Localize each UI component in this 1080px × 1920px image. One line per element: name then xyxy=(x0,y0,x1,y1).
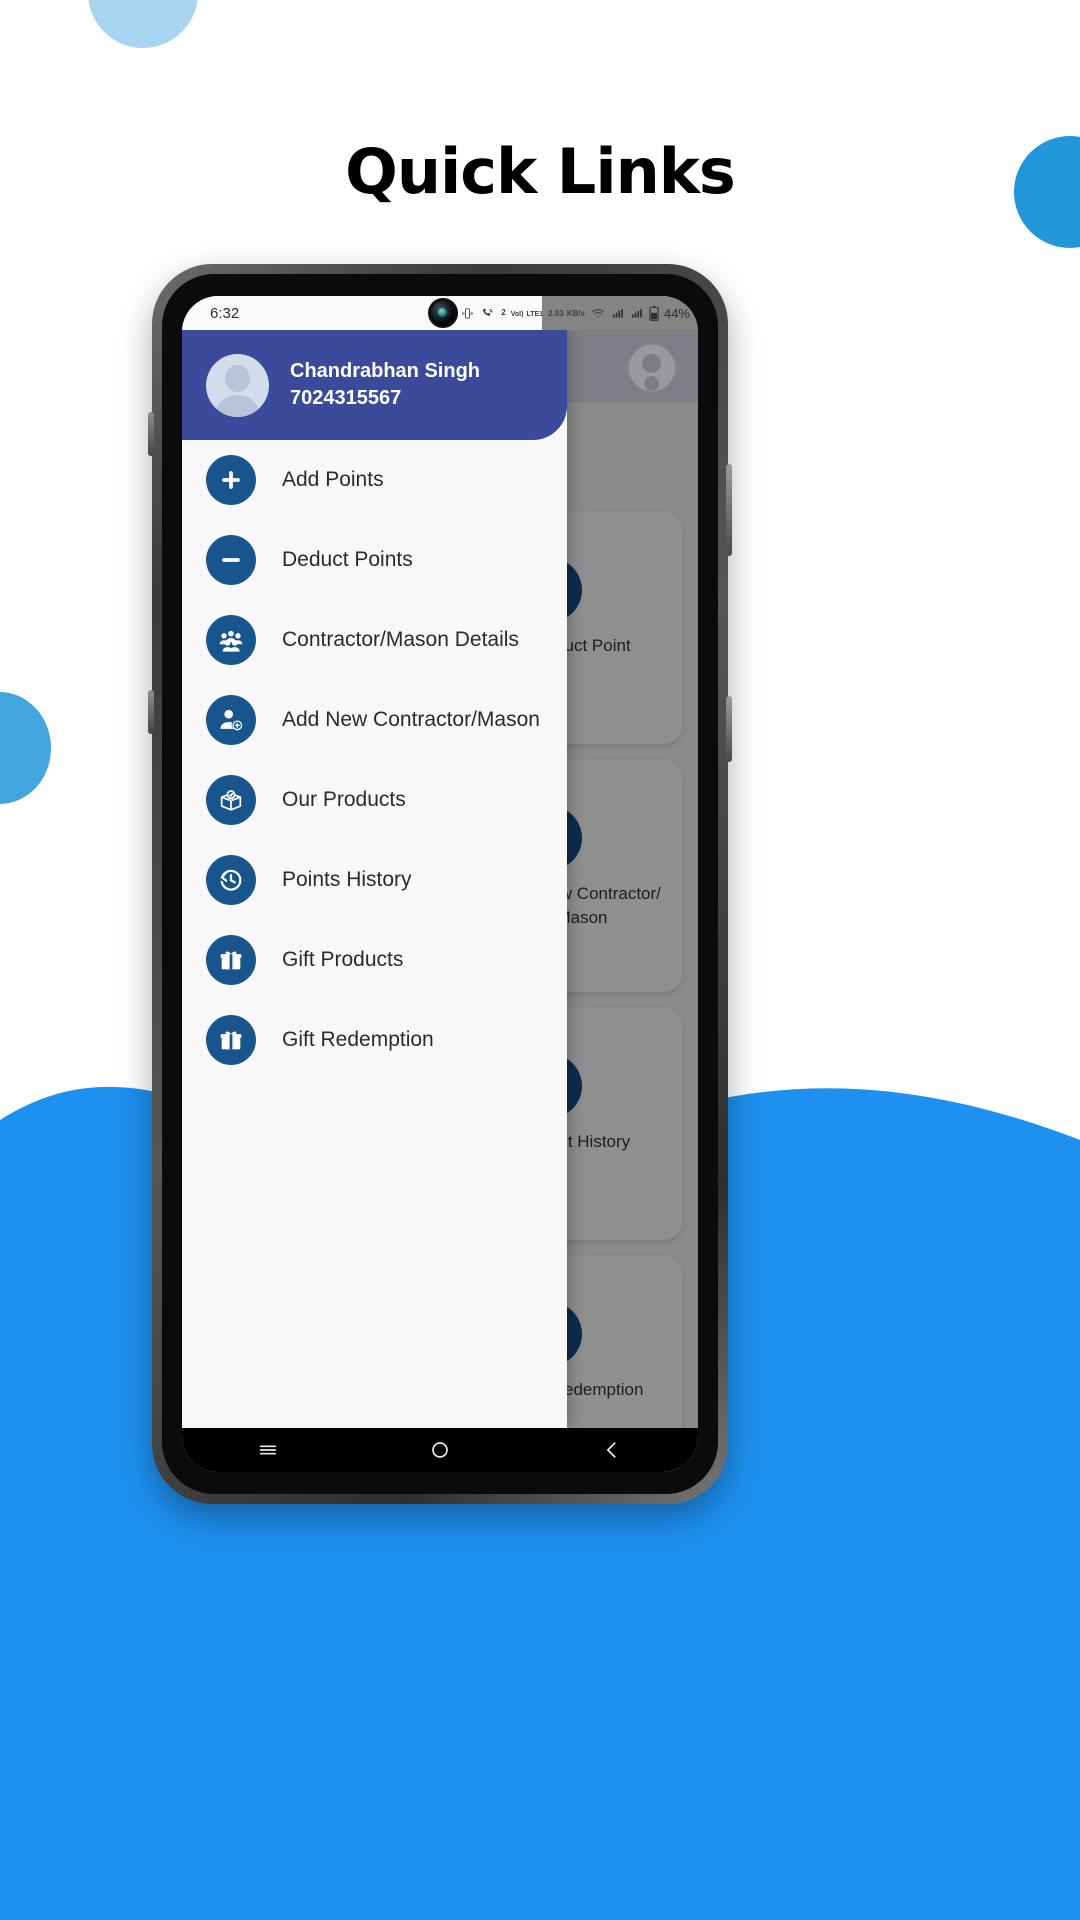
wifi-icon xyxy=(590,307,606,320)
front-camera xyxy=(428,298,458,328)
menu-item-label: Our Products xyxy=(282,788,406,811)
volte-icon: VoI) LTE1 xyxy=(511,308,543,319)
status-icons: 2 VoI) LTE1 2.93 KB/s 44% xyxy=(460,296,690,330)
menu-item-gift-redemption[interactable]: Gift Redemption xyxy=(182,1000,567,1080)
volte-top-label: VoI) xyxy=(510,310,524,318)
drawer-menu: Add Points Deduct Points Contractor/Maso… xyxy=(182,440,567,1080)
person-add-icon xyxy=(206,695,256,745)
battery-icon xyxy=(649,305,659,321)
left-button-lower[interactable] xyxy=(148,690,154,734)
gift-icon xyxy=(206,935,256,985)
data-rate-unit: KB/s xyxy=(566,308,585,318)
history-clock-icon xyxy=(206,855,256,905)
data-speed-icon: 2.93 KB/s xyxy=(548,308,585,319)
phone-bezel: Deduct Point Add New Contractor/ Mason P… xyxy=(162,274,718,1494)
menu-item-label: Points History xyxy=(282,868,412,891)
volte-bottom-label: LTE1 xyxy=(526,310,544,318)
status-time: 6:32 xyxy=(210,304,240,322)
left-button-upper[interactable] xyxy=(148,412,154,456)
menu-item-add-new-contractor-mason[interactable]: Add New Contractor/Mason xyxy=(182,680,567,760)
menu-item-add-points[interactable]: Add Points xyxy=(182,440,567,520)
menu-item-deduct-points[interactable]: Deduct Points xyxy=(182,520,567,600)
signal-icon-2 xyxy=(630,307,644,319)
sim-count-label: 2 xyxy=(501,308,506,317)
box-check-icon xyxy=(206,775,256,825)
phone-mockup: Deduct Point Add New Contractor/ Mason P… xyxy=(148,264,732,1504)
page-title: Quick Links xyxy=(345,135,736,208)
menu-item-label: Add Points xyxy=(282,468,384,491)
drawer-header[interactable]: Chandrabhan Singh 7024315567 xyxy=(182,330,567,440)
menu-item-label: Deduct Points xyxy=(282,548,413,571)
decor-circle-left xyxy=(0,692,51,804)
menu-item-label: Gift Redemption xyxy=(282,1028,434,1051)
hamburger-icon[interactable] xyxy=(257,1439,279,1461)
decor-circle-top-left xyxy=(88,0,198,48)
battery-percent: 44% xyxy=(663,305,690,321)
user-phone: 7024315567 xyxy=(290,387,402,409)
android-navigation-bar xyxy=(182,1428,698,1472)
volume-button[interactable] xyxy=(726,464,732,556)
power-button[interactable] xyxy=(726,696,732,762)
phone-screen: Deduct Point Add New Contractor/ Mason P… xyxy=(182,296,698,1472)
chevron-left-icon[interactable] xyxy=(601,1439,623,1461)
plus-circle-icon xyxy=(206,455,256,505)
profile-avatar[interactable] xyxy=(628,344,676,392)
menu-item-label: Gift Products xyxy=(282,948,404,971)
menu-item-label: Contractor/Mason Details xyxy=(282,628,519,651)
menu-item-contractor-mason-details[interactable]: Contractor/Mason Details xyxy=(182,600,567,680)
circle-icon[interactable] xyxy=(429,1439,451,1461)
gift-icon xyxy=(206,1015,256,1065)
group-people-icon xyxy=(206,615,256,665)
signal-icon xyxy=(611,307,625,319)
menu-item-label: Add New Contractor/Mason xyxy=(282,708,540,731)
user-avatar xyxy=(206,353,269,417)
menu-item-gift-products[interactable]: Gift Products xyxy=(182,920,567,1000)
menu-item-points-history[interactable]: Points History xyxy=(182,840,567,920)
data-rate-value: 2.93 xyxy=(548,308,564,318)
menu-item-our-products[interactable]: Our Products xyxy=(182,760,567,840)
navigation-drawer: Chandrabhan Singh 7024315567 Add Points xyxy=(182,330,567,1428)
user-name: Chandrabhan Singh xyxy=(290,360,480,382)
call-signal-icon xyxy=(480,307,496,320)
vibrate-icon xyxy=(460,307,475,320)
minus-circle-icon xyxy=(206,535,256,585)
